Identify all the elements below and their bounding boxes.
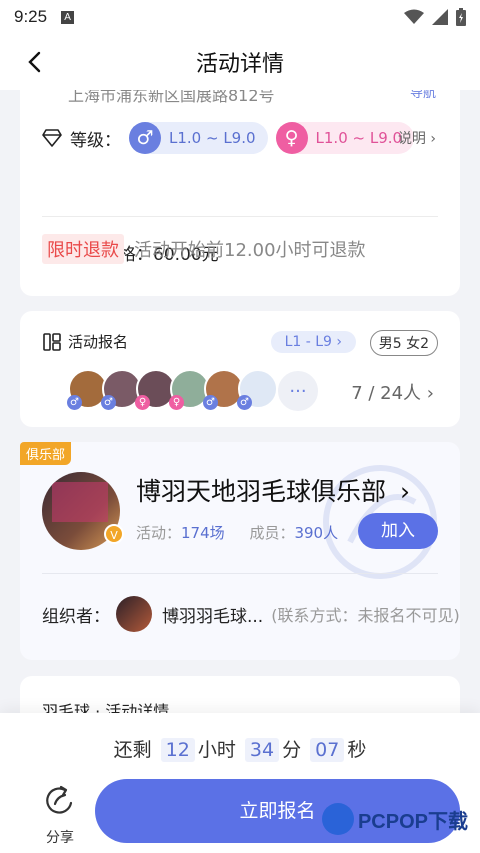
- female-icon: ♀: [135, 395, 150, 410]
- refund-tag: 限时退款: [42, 234, 124, 264]
- countdown: 还剩 12 小时 34 分 07 秒: [0, 735, 480, 762]
- share-icon: [46, 785, 73, 814]
- more-participants-button[interactable]: ···: [276, 369, 320, 413]
- organizer-contact: (联系方式：未报名不可见): [271, 606, 460, 625]
- female-icon: ♀: [275, 122, 308, 154]
- avatar[interactable]: ♂: [237, 369, 278, 410]
- members-value: 390人: [294, 524, 339, 542]
- status-time: 9:25: [14, 7, 48, 26]
- signup-title-row: 活动报名: [42, 331, 128, 352]
- status-bar: 9:25 A: [0, 0, 480, 34]
- seconds-unit: 秒: [347, 739, 367, 761]
- explain-label: 说明: [397, 131, 426, 147]
- minutes-unit: 分: [282, 739, 302, 761]
- diamond-icon: [42, 129, 62, 147]
- male-icon: ♂: [237, 395, 252, 410]
- male-level-chip: ♂ L1.0 ~ L9.0: [129, 122, 268, 154]
- members-label: 成员：: [249, 524, 295, 542]
- bottom-bar: 还剩 12 小时 34 分 07 秒 分享 立即报名 PCPOP下载: [0, 713, 480, 853]
- share-button[interactable]: 分享: [40, 783, 80, 847]
- signup-card[interactable]: 活动报名 L1 - L9 › 男5 女2 ♂ ♂ ♀ ♀ ♂ ♂ ··· 7 /…: [20, 311, 460, 427]
- participant-avatars[interactable]: ♂ ♂ ♀ ♀ ♂ ♂ ···: [67, 369, 320, 413]
- activities-value: 174场: [181, 524, 225, 542]
- male-icon: ♂: [101, 395, 116, 410]
- signup-list-icon: [43, 332, 61, 351]
- activities-label: 活动：: [136, 524, 182, 542]
- join-club-button[interactable]: 加入: [358, 513, 438, 549]
- male-level-range: L1.0 ~ L9.0: [169, 129, 256, 147]
- hours-unit: 小时: [197, 739, 236, 761]
- countdown-seconds: 07: [310, 738, 345, 762]
- organizer-row: 组织者： 博羽羽毛球... (联系方式：未报名不可见): [42, 596, 460, 632]
- female-icon: ♀: [169, 395, 184, 410]
- organizer-avatar[interactable]: [116, 596, 152, 632]
- signup-level-pill[interactable]: L1 - L9 ›: [270, 331, 356, 353]
- signup-title: 活动报名: [68, 333, 129, 351]
- club-name: 博羽天地羽毛球俱乐部: [136, 477, 387, 506]
- refund-row: 限时退款 活动开始前12.00小时可退款: [42, 234, 366, 264]
- status-icons: [404, 8, 466, 26]
- club-name-link[interactable]: 博羽天地羽毛球俱乐部 ›: [136, 472, 410, 508]
- notification-a-icon: A: [61, 10, 75, 24]
- organizer-name[interactable]: 博羽羽毛球...: [162, 602, 263, 627]
- battery-icon: [456, 8, 466, 26]
- divider: [42, 573, 438, 574]
- gender-count-pill: 男5 女2: [369, 330, 438, 356]
- male-icon: ♂: [67, 395, 82, 410]
- divider: [42, 216, 438, 217]
- watermark-logo-icon: [321, 803, 354, 835]
- wifi-icon: [404, 9, 424, 24]
- club-tag: 俱乐部: [20, 442, 72, 465]
- organizer-label: 组织者：: [42, 606, 110, 627]
- club-card[interactable]: V 博羽天地羽毛球俱乐部 › 活动：174场 成员：390人 加入 组织者： 博…: [20, 442, 460, 660]
- countdown-minutes: 34: [244, 738, 280, 762]
- share-label: 分享: [46, 830, 74, 846]
- countdown-prefix: 还剩: [113, 739, 152, 761]
- nav-bar: 活动详情: [0, 34, 480, 90]
- signup-capacity[interactable]: 7 / 24人 ›: [351, 379, 434, 405]
- female-level-chip: ♀ L1.0 ~ L9.0: [275, 122, 415, 154]
- signal-icon: [432, 9, 448, 25]
- male-icon: ♂: [203, 395, 218, 410]
- chevron-right-icon: ›: [399, 477, 410, 506]
- verified-badge-icon: V: [104, 524, 124, 544]
- countdown-hours: 12: [160, 738, 195, 762]
- watermark-text: PCPOP下载: [357, 810, 468, 833]
- explain-link[interactable]: 说明 ›: [398, 128, 436, 148]
- level-label: 等级：: [70, 130, 121, 151]
- watermark: PCPOP下载: [321, 803, 468, 835]
- female-level-range: L1.0 ~ L9.0: [315, 129, 403, 147]
- chevron-right-icon: ›: [430, 131, 436, 147]
- capacity-text: 7 / 24人: [351, 383, 422, 404]
- male-icon: ♂: [129, 122, 161, 154]
- chevron-right-icon: ›: [426, 383, 434, 404]
- signup-level-text: L1 - L9: [284, 334, 332, 350]
- page-title: 活动详情: [195, 52, 284, 77]
- back-button[interactable]: [18, 46, 50, 78]
- club-stats: 活动：174场 成员：390人: [136, 522, 338, 543]
- chevron-left-icon: [28, 51, 41, 73]
- more-icon: ···: [289, 380, 307, 402]
- refund-text: 活动开始前12.00小时可退款: [134, 240, 366, 261]
- level-row: 等级： ♂ L1.0 ~ L9.0 ♀ L1.0 ~ L9.0: [42, 122, 415, 154]
